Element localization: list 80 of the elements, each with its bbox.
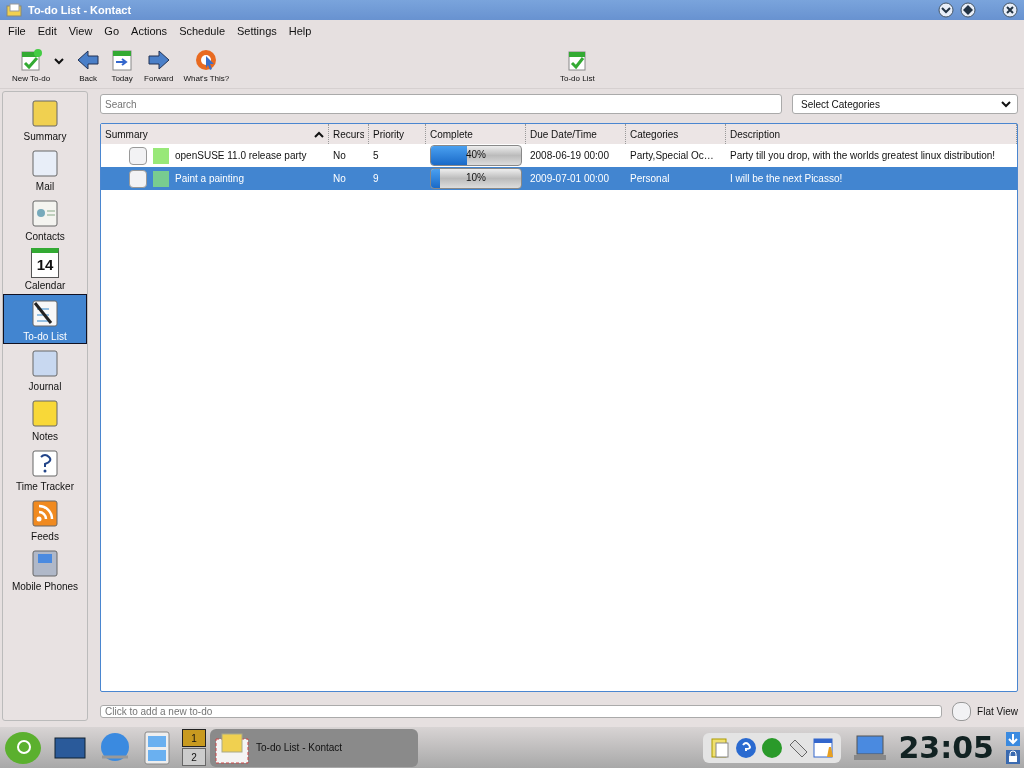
menu-item[interactable]: View	[64, 25, 97, 37]
clock: 23:05	[898, 730, 994, 765]
table-cell: 9	[373, 173, 379, 184]
sidebar-item[interactable]: Mobile Phones	[3, 544, 87, 594]
launcher-icon[interactable]	[4, 730, 42, 765]
checkbox-label: Flat View	[977, 705, 1018, 717]
table-cell: No	[333, 173, 346, 184]
caret-icon	[1001, 100, 1011, 108]
sidebar-item[interactable]: Contacts	[3, 194, 87, 244]
window-title: To-do List - Kontact	[28, 4, 132, 16]
calendar-bell-icon[interactable]	[812, 736, 835, 759]
toolbar-button[interactable]: To-do List	[556, 45, 599, 85]
sidebar-item[interactable]: To-do List	[3, 294, 87, 344]
menu-item[interactable]: Schedule	[175, 25, 229, 37]
toolbar-button[interactable]: Forward	[140, 45, 178, 85]
sidebar-item[interactable]: Mail	[3, 144, 87, 194]
sidebar-item[interactable]: Journal	[3, 344, 87, 394]
help-icon[interactable]	[734, 736, 757, 759]
table-cell: Party,Special Oc…	[630, 150, 714, 161]
menu-item[interactable]: Go	[100, 25, 124, 37]
menu-item[interactable]: Edit	[33, 25, 61, 37]
sidebar-item[interactable]: Feeds	[3, 494, 87, 544]
clipboard-icon[interactable]	[708, 736, 731, 759]
toolbar-button[interactable]: Today	[106, 45, 139, 85]
column-header[interactable]: Recurs	[329, 124, 369, 144]
minimize-button[interactable]	[938, 2, 954, 18]
desktop-pager-button[interactable]: 1	[182, 729, 206, 747]
toolbar-button[interactable]: Back	[72, 45, 105, 85]
table-cell: 5	[373, 150, 379, 161]
menu-item[interactable]: File	[4, 25, 30, 37]
table-cell: openSUSE 11.0 release party	[175, 150, 307, 161]
column-header[interactable]: Due Date/Time	[526, 124, 626, 144]
new-todo-field[interactable]: Click to add a new to-do	[100, 704, 943, 718]
desktop-pager-button[interactable]: 2	[182, 748, 206, 766]
calendar-icon	[110, 47, 135, 72]
column-header[interactable]: Categories	[626, 124, 726, 144]
app-icon	[6, 3, 22, 17]
back-arrow-icon	[76, 47, 101, 72]
checkbox[interactable]	[129, 169, 147, 188]
search-field[interactable]: Search	[100, 94, 782, 114]
laptop-icon[interactable]	[852, 733, 887, 762]
table-cell: I will be the next Picasso!	[730, 173, 843, 184]
lifebuoy-icon	[194, 47, 219, 72]
taskbar-task[interactable]: To-do List - Kontact	[210, 728, 418, 767]
table-row[interactable]: Paint a painting No 9 10% 2009-07-01 00:00 Personal I will be the next Picasso!	[101, 167, 1017, 190]
column-header[interactable]: Priority	[369, 124, 426, 144]
progress-label: 10%	[465, 172, 487, 183]
column-header[interactable]: Summary	[101, 124, 329, 144]
table-cell: Party till you drop, with the worlds greatest linux distribution!	[730, 150, 996, 161]
cabinet-icon[interactable]	[144, 730, 170, 765]
download-arrow-icon[interactable]	[1006, 731, 1020, 746]
sidebar-item[interactable]: Notes	[3, 394, 87, 444]
caret-icon	[54, 57, 65, 65]
table-cell: 2008-06-19 00:00	[530, 150, 609, 161]
menu-item[interactable]: Help	[284, 25, 316, 37]
maximize-button[interactable]	[960, 2, 976, 18]
forward-arrow-icon	[146, 47, 171, 72]
sidebar-item[interactable]: 14 Calendar	[3, 244, 87, 294]
toolbar-button[interactable]: What's This?	[179, 45, 234, 85]
category-dropdown[interactable]: Select Categories	[792, 94, 1018, 114]
checkbox[interactable]	[129, 146, 147, 165]
calendar-icon: 14	[31, 247, 59, 278]
menu-item[interactable]: Actions	[127, 25, 172, 37]
envelope-icon	[214, 730, 250, 765]
column-header[interactable]: Complete	[426, 124, 526, 144]
table-cell: 2009-07-01 00:00	[530, 173, 609, 184]
checkbox[interactable]	[952, 701, 972, 721]
toolbar-button[interactable]: New To-do	[8, 45, 71, 85]
sidebar-item[interactable]: Summary	[3, 94, 87, 144]
close-button[interactable]	[1002, 2, 1018, 18]
table-cell: Paint a painting	[175, 173, 244, 184]
column-header[interactable]: Description	[726, 124, 1017, 144]
menu-item[interactable]: Settings	[233, 25, 281, 37]
lock-icon[interactable]	[1006, 749, 1020, 764]
table-cell: Personal	[630, 173, 670, 184]
desktop-icon[interactable]	[54, 735, 86, 760]
checklist-icon	[19, 47, 44, 72]
sort-icon	[314, 130, 324, 138]
sidebar-item[interactable]: Time Tracker	[3, 444, 87, 494]
table-cell: No	[333, 150, 346, 161]
